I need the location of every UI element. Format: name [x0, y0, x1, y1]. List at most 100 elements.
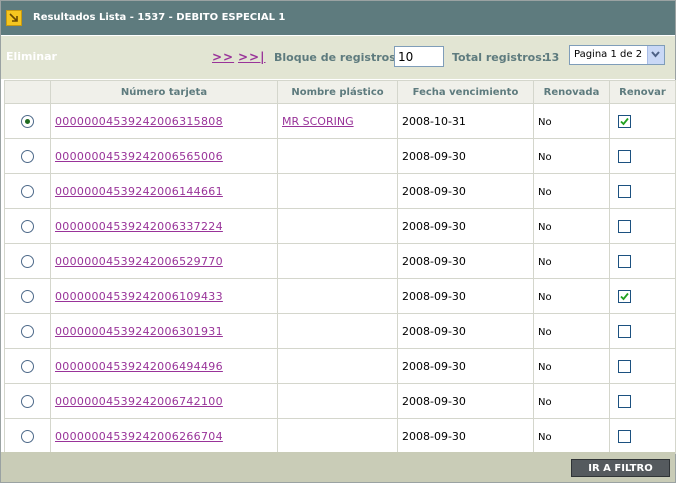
- renovada-value: No: [538, 256, 552, 268]
- row-radio[interactable]: [21, 289, 34, 303]
- row-select-cell: [4, 173, 51, 209]
- renovar-checkbox[interactable]: [618, 289, 631, 303]
- row-radio[interactable]: [21, 254, 34, 268]
- renovar-checkbox[interactable]: [618, 324, 631, 338]
- page-select[interactable]: Pagina 1 de 2: [569, 45, 665, 65]
- nombre-plastico-link[interactable]: [278, 395, 282, 408]
- fecha-vencimiento: 2008-09-30: [402, 254, 466, 268]
- nombre-plastico-link[interactable]: [278, 255, 282, 268]
- numero-tarjeta-link[interactable]: 00000004539242006494496: [51, 360, 223, 373]
- fecha-cell: 2008-09-30: [397, 418, 534, 454]
- row-radio[interactable]: [21, 184, 34, 198]
- renovada-cell: No: [533, 383, 610, 419]
- row-radio[interactable]: [21, 219, 34, 233]
- renovada-value: No: [538, 116, 552, 128]
- fecha-vencimiento: 2008-09-30: [402, 219, 466, 233]
- numero-cell: 00000004539242006565006: [50, 138, 278, 174]
- renovada-value: No: [538, 151, 552, 163]
- nombre-plastico-link[interactable]: [278, 290, 282, 303]
- nombre-cell: [277, 278, 398, 314]
- renovar-checkbox[interactable]: [618, 184, 631, 198]
- nombre-plastico-link[interactable]: [278, 150, 282, 163]
- table-row: 00000004539242006266704 2008-09-30 No: [4, 418, 676, 454]
- numero-cell: 00000004539242006494496: [50, 348, 278, 384]
- numero-tarjeta-link[interactable]: 00000004539242006337224: [51, 220, 223, 233]
- table-row: 00000004539242006494496 2008-09-30 No: [4, 348, 676, 384]
- row-radio[interactable]: [21, 394, 34, 408]
- nombre-plastico-link[interactable]: [278, 220, 282, 233]
- renovada-cell: No: [533, 103, 610, 139]
- renovar-checkbox[interactable]: [618, 429, 631, 443]
- renovar-cell: [609, 103, 676, 139]
- renovada-value: No: [538, 326, 552, 338]
- numero-cell: 00000004539242006315808: [50, 103, 278, 139]
- fecha-cell: 2008-10-31: [397, 103, 534, 139]
- nombre-plastico-link[interactable]: [278, 360, 282, 373]
- ir-a-filtro-button[interactable]: IR A FILTRO: [571, 459, 670, 477]
- row-radio[interactable]: [21, 114, 34, 128]
- row-radio[interactable]: [21, 359, 34, 373]
- numero-cell: 00000004539242006266704: [50, 418, 278, 454]
- fecha-vencimiento: 2008-09-30: [402, 359, 466, 373]
- renovar-checkbox[interactable]: [618, 394, 631, 408]
- nombre-cell: [277, 383, 398, 419]
- renovar-checkbox[interactable]: [618, 359, 631, 373]
- nombre-plastico-link[interactable]: [278, 185, 282, 198]
- row-select-cell: [4, 383, 51, 419]
- renovada-value: No: [538, 396, 552, 408]
- bloque-input[interactable]: [394, 46, 444, 67]
- numero-tarjeta-link[interactable]: 00000004539242006315808: [51, 115, 223, 128]
- numero-tarjeta-link[interactable]: 00000004539242006266704: [51, 430, 223, 443]
- numero-tarjeta-link[interactable]: 00000004539242006742100: [51, 395, 223, 408]
- footer-bar: IR A FILTRO: [1, 452, 675, 482]
- results-panel: Resultados Lista - 1537 - DEBITO ESPECIA…: [0, 0, 676, 483]
- numero-tarjeta-header[interactable]: Número tarjeta: [50, 80, 278, 104]
- renovada-value: No: [538, 361, 552, 373]
- last-page-link[interactable]: >>|: [238, 50, 266, 64]
- nombre-plastico-link[interactable]: MR SCORING: [278, 115, 354, 128]
- numero-tarjeta-link[interactable]: 00000004539242006109433: [51, 290, 223, 303]
- table-row: 00000004539242006742100 2008-09-30 No: [4, 383, 676, 419]
- renovada-value: No: [538, 291, 552, 303]
- row-radio[interactable]: [21, 149, 34, 163]
- fecha-cell: 2008-09-30: [397, 173, 534, 209]
- table-row: 00000004539242006337224 2008-09-30 No: [4, 208, 676, 244]
- renovar-checkbox[interactable]: [618, 114, 631, 128]
- renovar-cell: [609, 418, 676, 454]
- renovar-checkbox[interactable]: [618, 219, 631, 233]
- numero-tarjeta-link[interactable]: 00000004539242006529770: [51, 255, 223, 268]
- nombre-cell: [277, 243, 398, 279]
- nombre-cell: [277, 138, 398, 174]
- renovar-checkbox[interactable]: [618, 254, 631, 268]
- renovada-cell: No: [533, 278, 610, 314]
- renovada-header[interactable]: Renovada: [533, 80, 610, 104]
- fecha-cell: 2008-09-30: [397, 313, 534, 349]
- row-radio[interactable]: [21, 324, 34, 338]
- renovar-checkbox[interactable]: [618, 149, 631, 163]
- nombre-cell: [277, 418, 398, 454]
- table-header-row: Número tarjeta Nombre plástico Fecha ven…: [4, 80, 676, 104]
- renovar-cell: [609, 173, 676, 209]
- numero-cell: 00000004539242006742100: [50, 383, 278, 419]
- numero-tarjeta-link[interactable]: 00000004539242006565006: [51, 150, 223, 163]
- nombre-plastico-header[interactable]: Nombre plástico: [277, 80, 398, 104]
- nombre-plastico-link[interactable]: [278, 325, 282, 338]
- fecha-cell: 2008-09-30: [397, 348, 534, 384]
- nombre-plastico-link[interactable]: [278, 430, 282, 443]
- numero-cell: 00000004539242006301931: [50, 313, 278, 349]
- resize-arrow-icon[interactable]: [6, 10, 22, 26]
- eliminar-button[interactable]: Eliminar: [6, 50, 57, 63]
- renovada-cell: No: [533, 138, 610, 174]
- renovada-value: No: [538, 221, 552, 233]
- chevron-down-icon[interactable]: [647, 46, 664, 64]
- numero-cell: 00000004539242006337224: [50, 208, 278, 244]
- renovar-header[interactable]: Renovar: [609, 80, 676, 104]
- numero-tarjeta-link[interactable]: 00000004539242006301931: [51, 325, 223, 338]
- numero-cell: 00000004539242006109433: [50, 278, 278, 314]
- next-page-link[interactable]: >>: [212, 50, 234, 64]
- table-row: 00000004539242006315808 MR SCORING 2008-10…: [4, 103, 676, 139]
- row-radio[interactable]: [21, 429, 34, 443]
- results-table: Número tarjeta Nombre plástico Fecha ven…: [4, 80, 676, 454]
- numero-tarjeta-link[interactable]: 00000004539242006144661: [51, 185, 223, 198]
- fecha-vencimiento-header[interactable]: Fecha vencimiento: [397, 80, 534, 104]
